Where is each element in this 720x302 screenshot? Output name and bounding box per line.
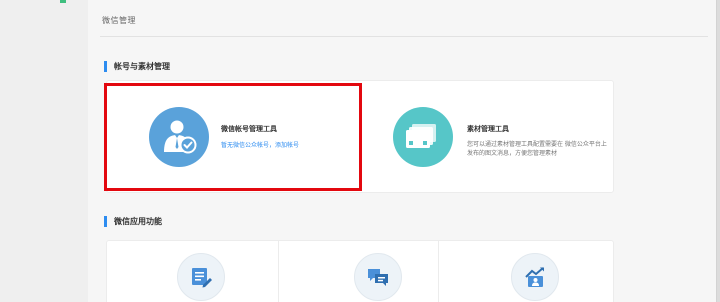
section-header-apps: 微信应用功能 [104, 216, 162, 227]
wechat-apps-panel [106, 240, 614, 302]
sidebar-edge-marker [60, 0, 66, 3]
user-check-icon[interactable] [149, 107, 209, 167]
main-content: 微信管理 帐号与素材管理 微信帐号管理工具 暂无微信公众帐号，添加帐号 素材管理… [88, 0, 716, 302]
section-header-account: 帐号与素材管理 [104, 61, 170, 72]
section-accent-bar [104, 61, 107, 72]
app-item[interactable] [439, 241, 613, 302]
chat-bubbles-icon[interactable] [354, 253, 402, 301]
add-account-link[interactable]: 暂无微信公众帐号，添加帐号 [221, 140, 351, 149]
app-item[interactable] [107, 241, 279, 302]
section-title: 帐号与素材管理 [114, 62, 170, 71]
section-accent-bar [104, 216, 107, 227]
tool-name: 素材管理工具 [467, 125, 509, 133]
account-material-panel: 微信帐号管理工具 暂无微信公众帐号，添加帐号 素材管理工具 您可以通过素材管理工… [106, 80, 614, 193]
scrollbar[interactable] [716, 0, 720, 302]
media-library-icon[interactable] [393, 107, 453, 167]
tool-description: 您可以通过素材管理工具配置需要在 微信公众平台上发布的图文消息，方便您管理素材 [467, 141, 607, 157]
app-item[interactable] [279, 241, 439, 302]
page-title: 微信管理 [102, 16, 136, 25]
title-divider [100, 36, 708, 37]
form-edit-icon[interactable] [177, 253, 225, 301]
material-tool[interactable]: 素材管理工具 您可以通过素材管理工具配置需要在 微信公众平台上发布的图文消息，方… [361, 81, 615, 192]
user-growth-icon[interactable] [511, 253, 559, 301]
tool-name: 微信帐号管理工具 [221, 125, 277, 133]
left-gutter [0, 0, 88, 302]
section-title: 微信应用功能 [114, 217, 162, 226]
wechat-account-tool[interactable]: 微信帐号管理工具 暂无微信公众帐号，添加帐号 [107, 81, 361, 192]
